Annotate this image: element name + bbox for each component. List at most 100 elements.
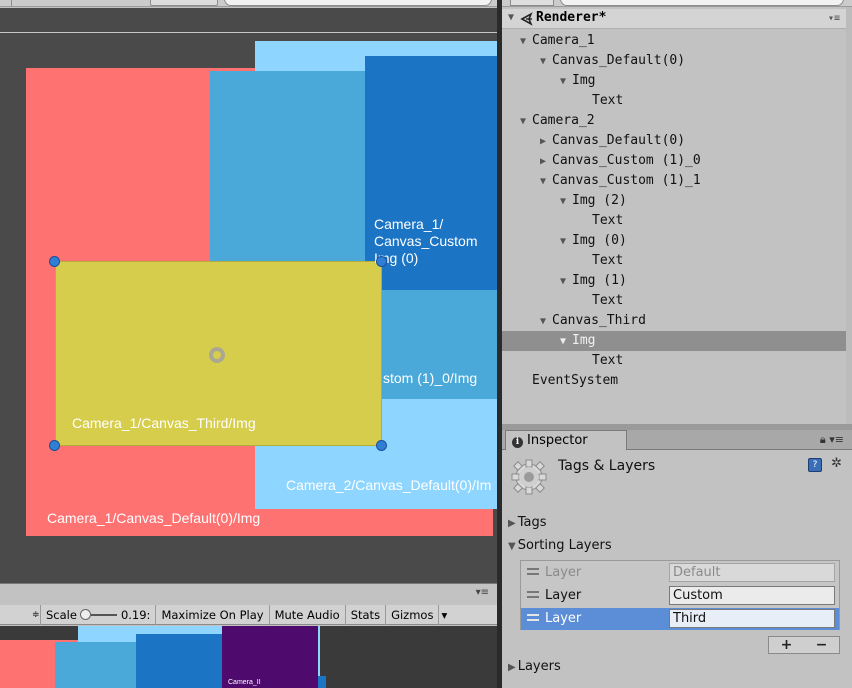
scene-name: Renderer* xyxy=(536,10,607,25)
third-img-label: Camera_1/Canvas_Third/Img xyxy=(72,415,256,431)
layers-foldout[interactable]: ▶ Layers xyxy=(508,659,561,674)
hierarchy-item-label: Text xyxy=(592,213,624,228)
unity-scene-icon xyxy=(520,12,533,26)
expand-arrow-icon[interactable]: ▼ xyxy=(540,52,552,72)
rect-handle-bottom-right[interactable] xyxy=(376,440,387,451)
sorting-layer-label: Layer xyxy=(545,588,582,603)
remove-layer-button[interactable]: − xyxy=(804,637,839,653)
hierarchy-item-label: Canvas_Default(0) xyxy=(552,133,686,148)
hierarchy-item-label: EventSystem xyxy=(532,373,619,388)
inspector-panel: Tags & Layers ? ✲ ▶ Tags ▼ Sorting Layers … xyxy=(502,450,852,688)
scale-slider-group[interactable]: Scale 0.19: xyxy=(40,604,155,625)
inspector-tabbar: i Inspector 🔒︎ ▾≡ xyxy=(502,430,852,451)
gizmos-button[interactable]: Gizmos xyxy=(385,604,438,625)
scene-horizon-line xyxy=(0,32,497,33)
expand-arrow-icon[interactable]: ▼ xyxy=(560,232,572,252)
layers-label: Layers xyxy=(517,659,561,674)
drag-handle-icon[interactable] xyxy=(527,614,539,621)
hierarchy-item-label: Text xyxy=(592,353,624,368)
scene-toolbar-left-button[interactable] xyxy=(0,0,12,6)
collapse-arrow-icon[interactable]: ▶ xyxy=(540,152,552,172)
help-book-icon[interactable]: ? xyxy=(808,458,822,472)
hierarchy-item-label: Canvas_Third xyxy=(552,313,646,328)
rect-handle-top-left[interactable] xyxy=(49,256,60,267)
expand-arrow-icon[interactable]: ▼ xyxy=(520,32,532,52)
hierarchy-search-input[interactable] xyxy=(560,0,844,6)
tab-inspector-label: Inspector xyxy=(527,433,588,448)
scene-gizmos-button[interactable] xyxy=(150,0,218,6)
add-layer-button[interactable]: + xyxy=(769,637,804,653)
tags-label: Tags xyxy=(517,515,547,530)
hierarchy-item-label: Img xyxy=(572,73,596,88)
expand-arrow-icon[interactable]: ▼ xyxy=(560,72,572,92)
tab-inspector[interactable]: i Inspector xyxy=(505,430,627,451)
stats-button[interactable]: Stats xyxy=(344,604,385,625)
cam1-custom-img0-label: Camera_1/ Canvas_Custom Img (0) xyxy=(374,216,478,266)
drag-handle-icon[interactable] xyxy=(527,568,539,575)
game-canvas-text: Camera_II xyxy=(228,679,261,686)
game-darkblue-edge xyxy=(318,676,326,688)
expand-arrow-icon[interactable]: ▼ xyxy=(560,332,572,352)
scene-expand-icon[interactable]: ▼ xyxy=(508,12,514,23)
hierarchy-item-label: Camera_1 xyxy=(532,33,595,48)
sorting-layer-row[interactable]: Layer Default xyxy=(521,562,839,584)
scale-slider-knob[interactable] xyxy=(79,608,91,620)
sorting-layer-name-field[interactable]: Default xyxy=(669,563,835,582)
hierarchy-item-label: Canvas_Custom (1)_1 xyxy=(552,173,701,188)
hierarchy-item-label: Img (1) xyxy=(572,273,627,288)
mute-audio-button[interactable]: Mute Audio xyxy=(268,604,345,625)
sorting-layer-row[interactable]: Layer Custom xyxy=(521,585,839,607)
game-panel-menu-icon[interactable]: ▾≡ xyxy=(476,587,489,598)
info-icon: i xyxy=(512,437,523,448)
rect-handle-bottom-left[interactable] xyxy=(49,440,60,451)
expand-arrow-icon[interactable]: ▼ xyxy=(540,312,552,332)
rect-handle-top-right[interactable] xyxy=(376,256,387,267)
game-toolbar: ≑ Scale 0.19: Maximize On Play Mute Audi… xyxy=(0,604,497,625)
scene-view[interactable]: Camera_1/ Canvas_Custom Img (0) stom (1)… xyxy=(0,8,497,583)
scene-toolbar xyxy=(0,0,497,7)
sorting-layer-name-field[interactable]: Third xyxy=(669,609,835,628)
sorting-layer-row[interactable]: Layer Third xyxy=(521,608,839,630)
sorting-layer-label: Layer xyxy=(545,611,582,626)
hierarchy-panel[interactable]: ▼ Renderer* ▾≡ ▼ Camera_1 ▼ Canvas_Default(… xyxy=(502,7,846,424)
hierarchy-item-label: Text xyxy=(592,293,624,308)
sorting-layers-expand-icon: ▼ xyxy=(508,541,516,552)
scene-menu-icon[interactable]: ▾≡ xyxy=(828,13,840,24)
expand-arrow-icon[interactable]: ▼ xyxy=(520,112,532,132)
gear-icon xyxy=(511,459,547,495)
create-button[interactable] xyxy=(510,0,554,6)
sorting-layers-list: Layer Default Layer Custom Layer Third xyxy=(520,560,840,630)
display-select-arrow-icon[interactable]: ≑ xyxy=(32,610,40,620)
hierarchy-item-label: Text xyxy=(592,93,624,108)
hierarchy-item-label: Canvas_Default(0) xyxy=(552,53,686,68)
pivot-handle[interactable] xyxy=(209,347,225,363)
scene-row[interactable]: ▼ Renderer* ▾≡ xyxy=(502,9,846,29)
game-view[interactable]: Camera_II xyxy=(0,626,497,688)
gizmos-dropdown-icon[interactable]: ▾ xyxy=(438,604,449,625)
hierarchy-scrollbar[interactable] xyxy=(846,7,852,424)
game-midblue-rect xyxy=(55,642,145,688)
settings-gear-icon[interactable]: ✲ xyxy=(831,456,842,471)
scale-label: Scale xyxy=(46,607,77,622)
expand-arrow-icon[interactable]: ▼ xyxy=(560,192,572,212)
scale-slider[interactable] xyxy=(79,608,117,620)
sorting-layer-name-field[interactable]: Custom xyxy=(669,586,835,605)
lock-icon[interactable]: 🔒︎ ▾≡ xyxy=(820,433,844,447)
sorting-layers-foldout[interactable]: ▼ Sorting Layers xyxy=(508,538,612,553)
tags-foldout[interactable]: ▶ Tags xyxy=(508,515,546,530)
expand-arrow-icon[interactable]: ▼ xyxy=(540,172,552,192)
collapse-arrow-icon[interactable]: ▶ xyxy=(540,132,552,152)
hierarchy-item[interactable]: ▼ Img xyxy=(502,331,846,351)
scale-value: 0.19: xyxy=(120,607,151,622)
cam1-default-img-label: Camera_1/Canvas_Default(0)/Img xyxy=(47,510,261,526)
scene-search-input[interactable] xyxy=(224,0,492,6)
maximize-on-play-button[interactable]: Maximize On Play xyxy=(155,604,268,625)
hierarchy-item-label: Img xyxy=(572,333,596,348)
drag-handle-icon[interactable] xyxy=(527,591,539,598)
inspector-title: Tags & Layers xyxy=(558,458,656,474)
layers-expand-icon: ▶ xyxy=(508,662,516,673)
tags-expand-icon: ▶ xyxy=(508,518,516,529)
hierarchy-item-label: Img (2) xyxy=(572,193,627,208)
expand-arrow-icon[interactable]: ▼ xyxy=(560,272,572,292)
hierarchy-item-label: Img (0) xyxy=(572,233,627,248)
